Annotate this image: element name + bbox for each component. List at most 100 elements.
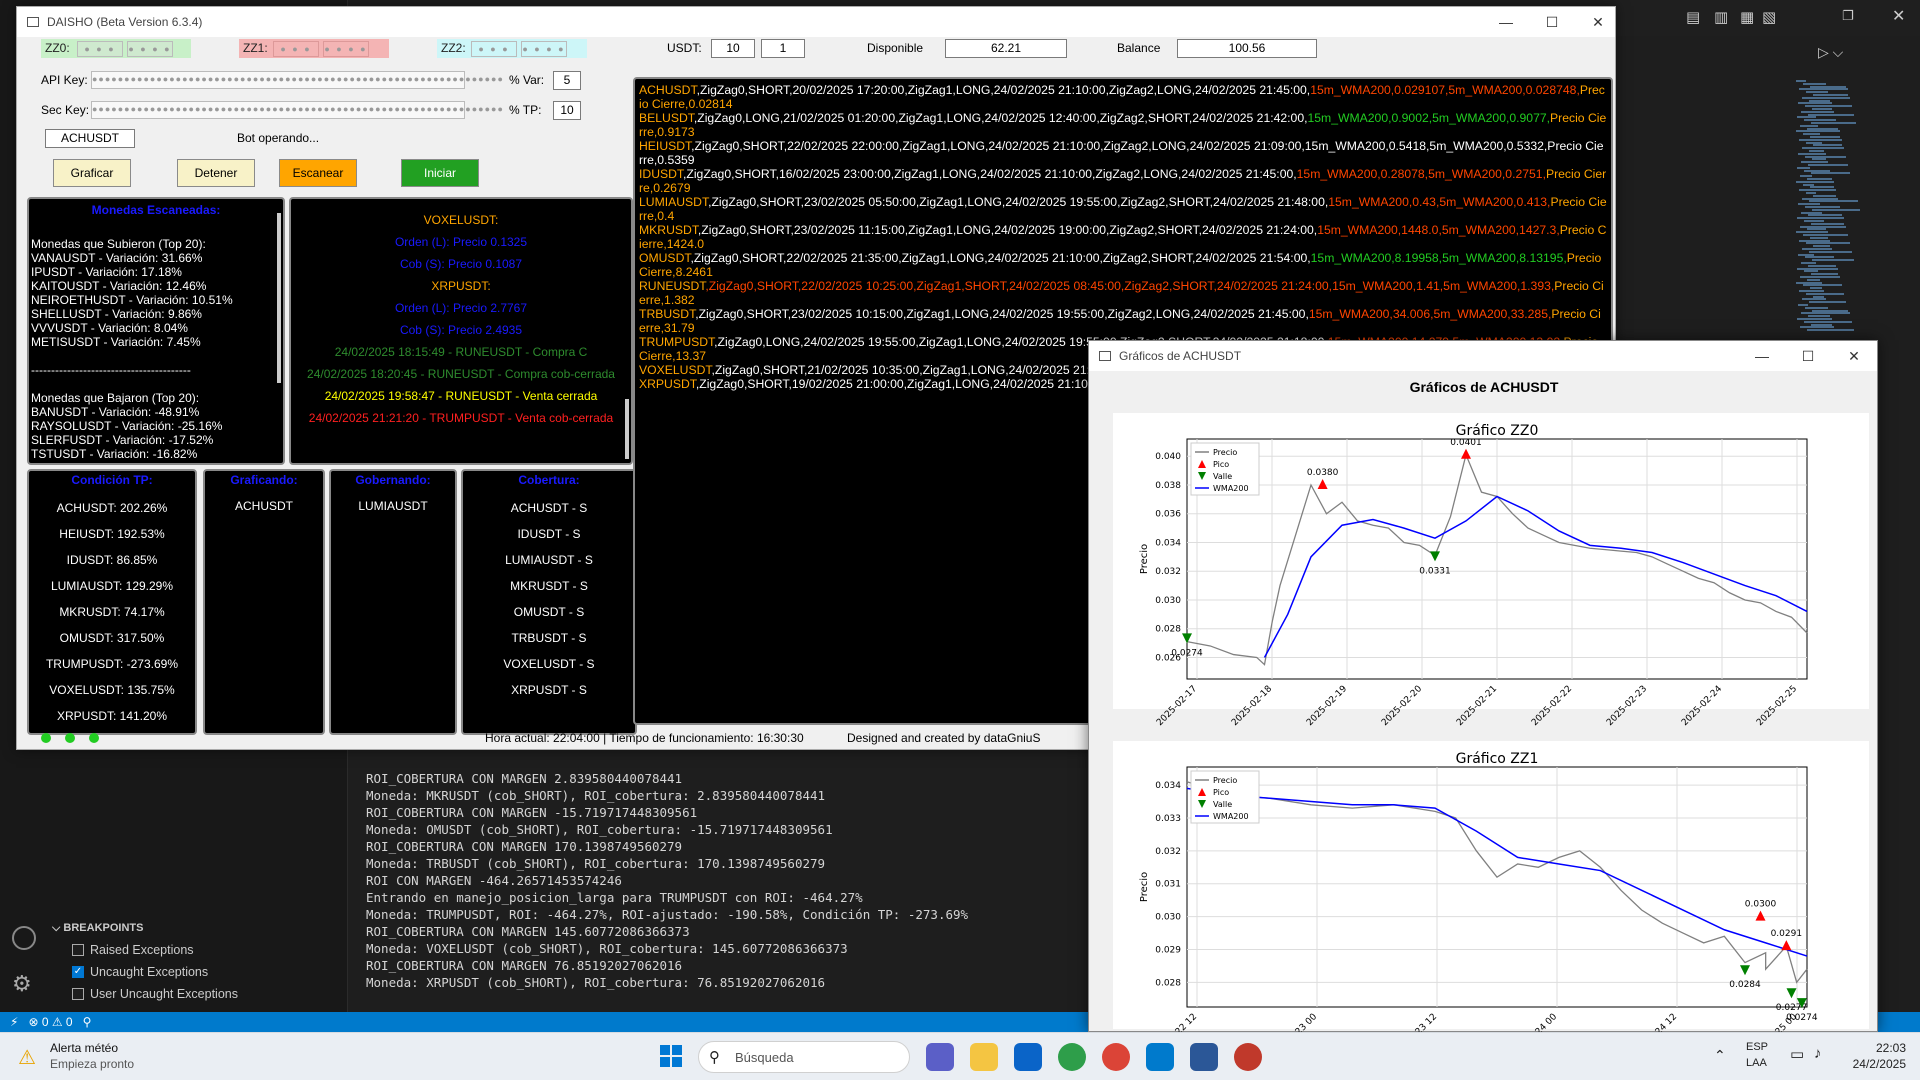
minimap-line <box>1800 326 1834 329</box>
sidebar-toggle-icon[interactable]: ▥ <box>1714 8 1728 26</box>
keyboard-layout[interactable]: LAA <box>1746 1057 1767 1069</box>
maximize-icon[interactable]: ☐ <box>1529 7 1575 37</box>
close-icon[interactable]: ✕ <box>1575 7 1621 37</box>
iniciar-button[interactable]: Iniciar <box>401 159 479 187</box>
disponible-field[interactable]: 62.21 <box>945 39 1067 58</box>
volume-icon[interactable]: ♪ <box>1814 1045 1822 1062</box>
minimap-line <box>1813 194 1836 197</box>
minimap-line <box>1812 309 1848 312</box>
cond-item: ACHUSDT: 202.26% <box>56 501 168 515</box>
debug-icon[interactable]: ⚲ <box>73 1015 102 1029</box>
restore-icon[interactable]: ❐ <box>1842 8 1854 24</box>
maximize-icon[interactable]: ☐ <box>1785 341 1831 371</box>
minimap-line <box>1813 295 1824 298</box>
minimap-line <box>1801 110 1834 113</box>
minimap-line <box>1804 169 1830 172</box>
minimap-line <box>1803 133 1820 136</box>
network-icon[interactable]: ▭ <box>1790 1045 1804 1063</box>
escanear-button[interactable]: Escanear <box>279 159 357 187</box>
remote-icon[interactable]: ⚡ <box>0 1015 28 1029</box>
cond-list: ACHUSDT: 202.26% HEIUSDT: 192.53% IDUSDT: … <box>29 495 195 729</box>
graficar-button[interactable]: Graficar <box>53 159 131 187</box>
chrome-icon[interactable] <box>1058 1043 1086 1071</box>
minimap-line <box>1797 116 1816 119</box>
minimap-line <box>1809 301 1846 304</box>
breakpoint-user-uncaught[interactable]: User Uncaught Exceptions <box>52 983 342 1005</box>
minimap-line <box>1796 180 1834 183</box>
python-app-icon[interactable] <box>1190 1043 1218 1071</box>
close-icon[interactable]: ✕ <box>1892 6 1905 26</box>
minimap-line <box>1813 94 1848 96</box>
charts-canvas[interactable]: Gráfico ZZ00.0260.0280.0300.0320.0340.03… <box>1107 413 1869 1033</box>
chrome-dev-icon[interactable] <box>1234 1043 1262 1071</box>
chevron-up-icon[interactable]: ⌃ <box>1714 1047 1726 1064</box>
breakpoint-raised[interactable]: Raised Exceptions <box>52 939 342 961</box>
zz2-field-b[interactable]: ● ● ● ● <box>521 41 567 57</box>
tp-input[interactable]: 10 <box>553 101 581 120</box>
order-line: Cob (S): Precio 2.4935 <box>399 323 523 337</box>
usdt-label: USDT: <box>667 41 702 55</box>
cobertura-panel: Cobertura: ACHUSDT - S IDUSDT - S LUMIAUSD… <box>461 469 637 735</box>
language-indicator[interactable]: ESP <box>1746 1041 1768 1053</box>
checkbox-icon[interactable] <box>72 944 84 956</box>
run-icon[interactable]: ▷ ⌵ <box>1818 44 1843 61</box>
secondary-sidebar-icon[interactable]: ▧ <box>1762 8 1776 26</box>
usdt-input[interactable]: 10 <box>711 39 755 58</box>
minimap-line <box>1812 108 1832 110</box>
clock-time[interactable]: 22:03 <box>1856 1041 1906 1055</box>
sec-key-input[interactable]: ●●●●●●●●●●●●●●●●●●●●●●●●●●●●●●●●●●●●●●●●… <box>91 101 503 119</box>
weather-sub[interactable]: Empieza pronto <box>50 1057 134 1071</box>
panel-toggle-icon[interactable]: ▦ <box>1740 8 1754 26</box>
minimize-icon[interactable]: — <box>1483 7 1529 37</box>
var-input[interactable]: 5 <box>553 71 581 90</box>
checkbox-checked-icon[interactable]: ✓ <box>72 966 84 978</box>
api-key-input[interactable]: ●●●●●●●●●●●●●●●●●●●●●●●●●●●●●●●●●●●●●●●●… <box>91 71 503 89</box>
log-body: ,ZigZag0,SHORT,22/02/2025 21:35:00,ZigZa… <box>690 251 1311 265</box>
symbol-input[interactable]: ACHUSDT <box>45 129 135 148</box>
scan-line: KAITOUSDT - Variación: 12.46% <box>31 279 207 293</box>
clock-date[interactable]: 24/2/2025 <box>1838 1057 1906 1071</box>
minimap-line <box>1808 113 1854 116</box>
log-wma: 15m_WMA200,0.9002,5m_WMA200,0.9077, <box>1307 111 1551 125</box>
usdt-multiplier-input[interactable]: 1 <box>761 39 805 58</box>
teams-icon[interactable] <box>926 1043 954 1071</box>
minimap-line <box>1807 178 1832 180</box>
windows-start-icon[interactable] <box>660 1045 682 1067</box>
scrollbar[interactable] <box>277 213 281 383</box>
checkbox-icon[interactable] <box>72 988 84 1000</box>
account-icon[interactable] <box>12 926 36 950</box>
breakpoint-uncaught[interactable]: ✓ Uncaught Exceptions <box>52 961 342 983</box>
settings-gear-icon[interactable]: ⚙ <box>12 972 36 996</box>
log-entry: LUMIAUSDT,ZigZag0,SHORT,23/02/2025 05:50… <box>639 195 1607 223</box>
scrollbar[interactable] <box>625 399 629 459</box>
minimize-icon[interactable]: — <box>1739 341 1785 371</box>
gob-title: Gobernando: <box>355 473 431 487</box>
breakpoints-header[interactable]: ⌵ BREAKPOINTS <box>52 922 342 935</box>
scan-line: RAYSOLUSDT - Variación: -25.16% <box>31 419 223 433</box>
log-body: ,ZigZag0,SHORT,23/02/2025 05:50:00,ZigZa… <box>708 195 1329 209</box>
scan-panel[interactable]: Monedas Escaneadas: Monedas que Subieron… <box>27 197 285 465</box>
chrome-profile-icon[interactable] <box>1102 1043 1130 1071</box>
weather-title[interactable]: Alerta météo <box>50 1041 118 1055</box>
minimap-line <box>1811 222 1844 225</box>
problems-count[interactable]: ⊗ 0 ⚠ 0 <box>28 1015 72 1029</box>
close-icon[interactable]: ✕ <box>1831 341 1877 371</box>
minimap-line <box>1809 150 1824 152</box>
terminal-line: Moneda: TRUMPUSDT, ROI: -464.27%, ROI-aj… <box>366 907 969 922</box>
detener-button[interactable]: Detener <box>177 159 255 187</box>
zz0-field-b[interactable]: ● ● ● ● <box>127 41 173 57</box>
search-box[interactable]: ⚲ Búsqueda <box>698 1041 910 1073</box>
zz1-field-a[interactable]: ● ● ● <box>273 41 319 57</box>
zz2-field-a[interactable]: ● ● ● <box>471 41 517 57</box>
balance-field[interactable]: 100.56 <box>1177 39 1317 58</box>
log-wma: 15m_WMA200,1448.0,5m_WMA200,1427.3, <box>1317 223 1560 237</box>
layout-icon[interactable]: ▤ <box>1686 8 1700 26</box>
orders-panel[interactable]: VOXELUSDT: Orden (L): Precio 0.1325 Cob (S… <box>289 197 633 465</box>
minimap-line <box>1801 312 1850 315</box>
file-explorer-icon[interactable] <box>970 1043 998 1071</box>
outlook-icon[interactable] <box>1014 1043 1042 1071</box>
vscode-icon[interactable] <box>1146 1043 1174 1071</box>
scan-line: Monedas que Subieron (Top 20): <box>31 237 206 251</box>
zz0-field-a[interactable]: ● ● ● <box>77 41 123 57</box>
zz1-field-b[interactable]: ● ● ● ● <box>323 41 369 57</box>
